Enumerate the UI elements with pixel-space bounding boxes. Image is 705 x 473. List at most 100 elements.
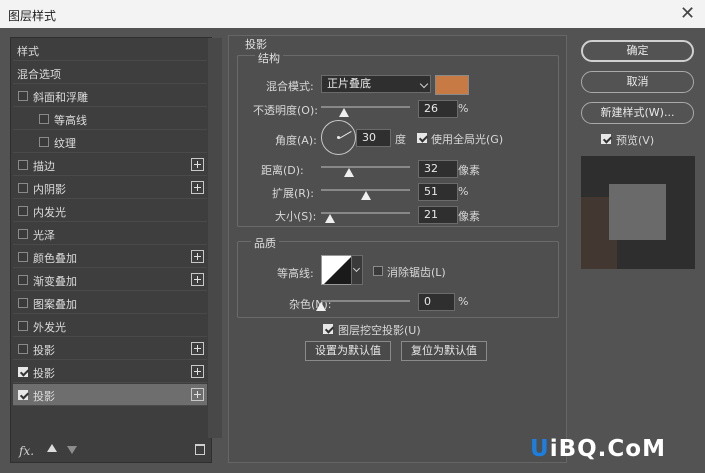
size-slider-thumb[interactable] [324,214,335,223]
add-effect-fx-button[interactable]: fx. [19,444,34,458]
cancel-button[interactable]: 取消 [581,71,694,93]
spread-slider-thumb[interactable] [361,191,372,200]
style-item-checkbox[interactable] [18,367,28,377]
spread-label: 扩展(R): [272,187,314,200]
style-item-label: 渐变叠加 [33,275,77,288]
style-item[interactable]: 渐变叠加 [13,269,207,291]
style-item[interactable]: 投影 [13,361,207,383]
distance-slider-track[interactable] [321,166,410,168]
add-effect-plus-icon[interactable] [191,365,204,378]
ok-button[interactable]: 确定 [581,40,694,62]
style-item-checkbox[interactable] [18,91,28,101]
add-effect-plus-icon[interactable] [191,342,204,355]
noise-slider-thumb[interactable] [316,302,326,311]
contour-label: 等高线: [277,267,314,280]
style-item[interactable]: 混合选项 [13,62,207,84]
style-item[interactable]: 光泽 [13,223,207,245]
opacity-input[interactable]: 26 [418,100,458,118]
style-item[interactable]: 等高线 [13,108,207,130]
contour-dropdown[interactable] [351,255,363,285]
style-item[interactable]: 样式 [13,39,207,61]
angle-dial[interactable] [321,120,356,155]
style-item-checkbox[interactable] [18,252,28,262]
style-item-checkbox[interactable] [18,390,28,400]
styles-list-scrollbar[interactable] [208,38,222,438]
add-effect-plus-icon[interactable] [191,158,204,171]
style-item-label: 混合选项 [17,68,61,81]
style-item-label: 外发光 [33,321,66,334]
move-down-arrow-icon[interactable] [67,446,77,454]
knockout-checkbox[interactable] [323,324,333,334]
style-item-checkbox[interactable] [18,344,28,354]
window-title: 图层样式 [8,9,57,23]
watermark-logo: UiBQ.CoM [530,436,666,462]
antialias-label: 消除锯齿(L) [387,266,446,279]
distance-slider-thumb[interactable] [344,168,355,177]
styles-list-panel: 样式混合选项斜面和浮雕等高线纹理描边内阴影内发光 光泽 颜色叠加渐变叠加图案叠加外发… [10,37,222,463]
style-item-checkbox[interactable] [39,137,49,147]
style-item-checkbox[interactable] [18,321,28,331]
blend-mode-label: 混合模式: [266,80,314,93]
contour-preview[interactable] [321,255,353,285]
set-default-button[interactable]: 设置为默认值 [305,341,391,361]
knockout-label: 图层挖空投影(U) [338,324,421,337]
style-item-label: 投影 [33,390,55,403]
style-item[interactable]: 内阴影 [13,177,207,199]
style-preview-thumbnail [581,156,695,269]
style-item[interactable]: 描边 [13,154,207,176]
style-item-label: 斜面和浮雕 [33,91,88,104]
size-input[interactable]: 21 [418,206,458,224]
opacity-slider-thumb[interactable] [339,108,350,117]
style-item[interactable]: 颜色叠加 [13,246,207,268]
style-item-checkbox[interactable] [39,114,49,124]
style-item-checkbox[interactable] [18,275,28,285]
style-item[interactable]: 外发光 [13,315,207,337]
style-item-checkbox[interactable] [18,229,28,239]
style-item[interactable]: 内发光 [13,200,207,222]
add-effect-plus-icon[interactable] [191,388,204,401]
noise-slider-track[interactable] [321,300,410,302]
style-item-label: 等高线 [54,114,87,127]
distance-input[interactable]: 32 [418,160,458,178]
angle-unit: 度 [395,133,406,146]
style-item[interactable]: 图案叠加 [13,292,207,314]
spread-unit: % [458,185,469,198]
shadow-color-swatch[interactable] [435,75,469,95]
style-item[interactable]: 纹理 [13,131,207,153]
use-global-light-checkbox[interactable] [417,133,427,143]
angle-dial-center [337,136,340,139]
contour-curve-icon [324,256,352,284]
style-item[interactable]: 投影 [13,338,207,360]
preview-checkbox[interactable] [601,134,611,144]
style-item-checkbox[interactable] [18,160,28,170]
style-item-label: 投影 [33,344,55,357]
chevron-down-icon [419,79,429,89]
blend-mode-select[interactable]: 正片叠底 [321,75,431,93]
add-effect-plus-icon[interactable] [191,181,204,194]
style-item-checkbox[interactable] [18,183,28,193]
style-item-checkbox[interactable] [18,298,28,308]
style-item-label: 内阴影 [33,183,66,196]
style-item[interactable]: 投影 [13,384,207,406]
reset-default-button[interactable]: 复位为默认值 [401,341,487,361]
structure-title: 结构 [255,50,283,66]
opacity-slider-track[interactable] [321,106,410,108]
spread-input[interactable]: 51 [418,183,458,201]
noise-input[interactable]: 0 [418,293,455,311]
move-up-arrow-icon[interactable] [47,444,57,452]
add-effect-plus-icon[interactable] [191,273,204,286]
angle-needle [339,131,352,139]
opacity-label: 不透明度(O): [253,104,318,117]
new-style-button[interactable]: 新建样式(W)... [581,102,694,124]
close-icon[interactable]: ✕ [680,3,695,24]
add-effect-plus-icon[interactable] [191,250,204,263]
trash-icon[interactable] [195,444,205,455]
style-item-label: 描边 [33,160,55,173]
styles-list-footer: fx. [13,440,209,462]
watermark-logo-u: U [530,436,550,462]
style-item[interactable]: 斜面和浮雕 [13,85,207,107]
antialias-checkbox[interactable] [373,266,383,276]
style-item-checkbox[interactable] [18,206,28,216]
angle-input[interactable]: 30 [356,129,391,147]
opacity-unit: % [458,102,469,115]
